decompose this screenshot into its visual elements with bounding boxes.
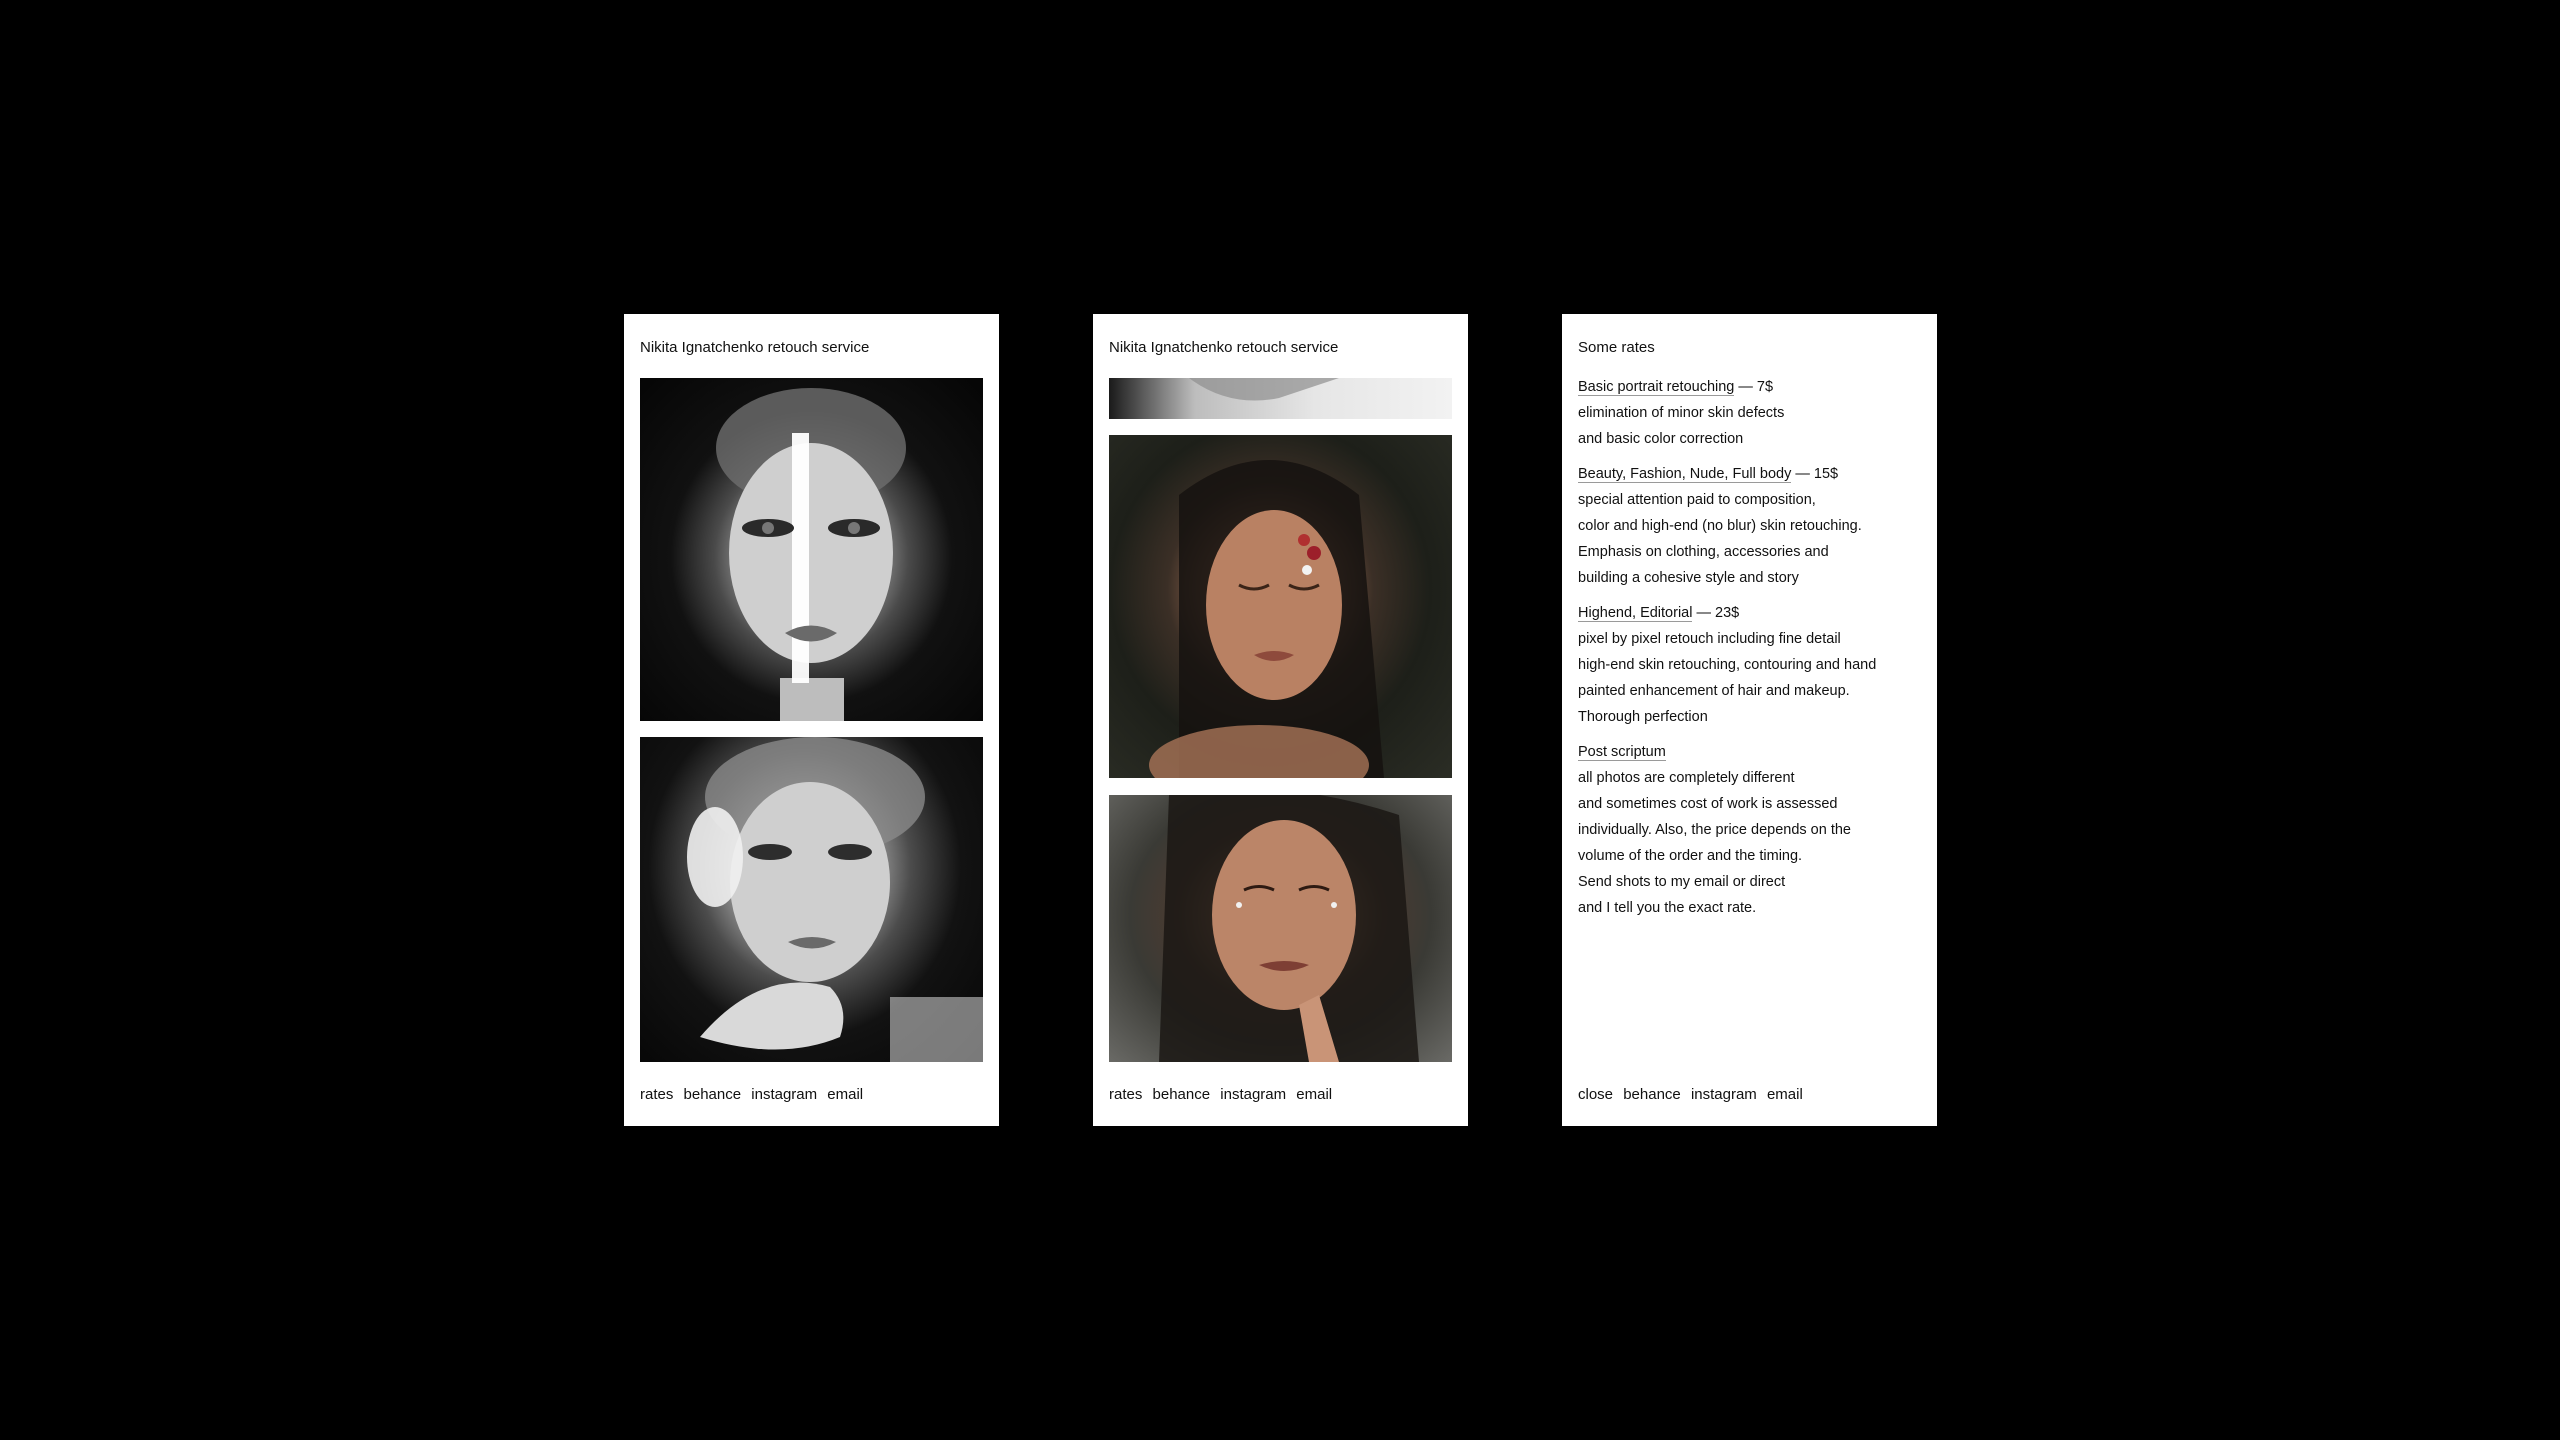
rate-highend: Highend, Editorial — 23$ pixel by pixel …: [1578, 600, 1921, 730]
rate-name: Basic portrait retouching: [1578, 379, 1735, 396]
portrait-glitter-art: [687, 737, 983, 1062]
rates-title: Some rates: [1578, 339, 1655, 356]
rate-description-line: color and high-end (no blur) skin retouc…: [1578, 518, 1862, 534]
gallery-screen-color: Nikita Ignatchenko retouch service rates…: [1093, 314, 1468, 1126]
instagram-link[interactable]: instagram: [1220, 1086, 1286, 1103]
rate-description-line: painted enhancement of hair and makeup.: [1578, 683, 1850, 699]
portrait-photo-eyes-closed[interactable]: [1109, 435, 1452, 778]
rate-description-line: and I tell you the exact rate.: [1578, 900, 1757, 916]
footer-nav: rates behance instagram email: [1109, 1086, 1338, 1104]
rates-link[interactable]: rates: [640, 1086, 673, 1103]
rate-name: Beauty, Fashion, Nude, Full body: [1578, 466, 1792, 483]
portrait-hand-chin-art: [1159, 795, 1419, 1062]
rate-basic: Basic portrait retouching — 7$ eliminati…: [1578, 374, 1921, 452]
rate-description-line: high-end skin retouching, contouring and…: [1578, 657, 1877, 673]
rate-name: Highend, Editorial: [1578, 605, 1693, 622]
email-link[interactable]: email: [1296, 1086, 1332, 1103]
portrait-photo-hand-chin[interactable]: [1109, 795, 1452, 1062]
portrait-eyes-closed-art: [1149, 460, 1384, 778]
rate-beauty: Beauty, Fashion, Nude, Full body — 15$ s…: [1578, 461, 1921, 591]
rate-description-line: individually. Also, the price depends on…: [1578, 822, 1851, 838]
rates-link[interactable]: rates: [1109, 1086, 1142, 1103]
close-link[interactable]: close: [1578, 1086, 1613, 1103]
rate-price: — 7$: [1734, 379, 1774, 395]
rates-list: Basic portrait retouching — 7$ eliminati…: [1578, 374, 1921, 930]
footer-nav: close behance instagram email: [1578, 1086, 1809, 1104]
rate-description-line: Thorough perfection: [1578, 709, 1708, 725]
rate-description-line: building a cohesive style and story: [1578, 570, 1799, 586]
rate-description-line: elimination of minor skin defects: [1578, 405, 1785, 421]
instagram-link[interactable]: instagram: [751, 1086, 817, 1103]
rate-description-line: volume of the order and the timing.: [1578, 848, 1803, 864]
rate-price: — 23$: [1692, 605, 1740, 621]
rate-post-scriptum: Post scriptum all photos are completely …: [1578, 739, 1921, 921]
rate-heading: Highend, Editorial — 23$: [1578, 600, 1921, 626]
cropped-photo-hand[interactable]: [1109, 378, 1452, 419]
site-title: Nikita Ignatchenko retouch service: [1109, 339, 1339, 356]
rate-description-line: and sometimes cost of work is assessed: [1578, 796, 1838, 812]
portrait-stripe-art: [716, 388, 906, 721]
rate-description-line: all photos are completely different: [1578, 770, 1795, 786]
behance-link[interactable]: behance: [684, 1086, 742, 1103]
rate-description-line: and basic color correction: [1578, 431, 1744, 447]
email-link[interactable]: email: [1767, 1086, 1803, 1103]
presentation-stage: Nikita Ignatchenko retouch service rates…: [0, 0, 2560, 1440]
portrait-photo-glitter[interactable]: [640, 737, 983, 1062]
rate-price: — 15$: [1791, 466, 1839, 482]
gallery-screen-bw: Nikita Ignatchenko retouch service rates…: [624, 314, 999, 1126]
instagram-link[interactable]: instagram: [1691, 1086, 1757, 1103]
cropped-hand-art: [1189, 378, 1339, 401]
rate-heading: Basic portrait retouching — 7$: [1578, 374, 1921, 400]
footer-nav: rates behance instagram email: [640, 1086, 869, 1104]
behance-link[interactable]: behance: [1153, 1086, 1211, 1103]
rate-description-line: pixel by pixel retouch including fine de…: [1578, 631, 1841, 647]
portrait-photo-stripe[interactable]: [640, 378, 983, 721]
rate-description-line: Send shots to my email or direct: [1578, 874, 1786, 890]
site-title: Nikita Ignatchenko retouch service: [640, 339, 870, 356]
behance-link[interactable]: behance: [1623, 1086, 1681, 1103]
rate-heading: Post scriptum: [1578, 739, 1921, 765]
rate-heading: Beauty, Fashion, Nude, Full body — 15$: [1578, 461, 1921, 487]
rate-name: Post scriptum: [1578, 744, 1666, 761]
email-link[interactable]: email: [827, 1086, 863, 1103]
rates-screen: Some rates Basic portrait retouching — 7…: [1562, 314, 1937, 1126]
rate-description-line: Emphasis on clothing, accessories and: [1578, 544, 1829, 560]
rate-description-line: special attention paid to composition,: [1578, 492, 1816, 508]
